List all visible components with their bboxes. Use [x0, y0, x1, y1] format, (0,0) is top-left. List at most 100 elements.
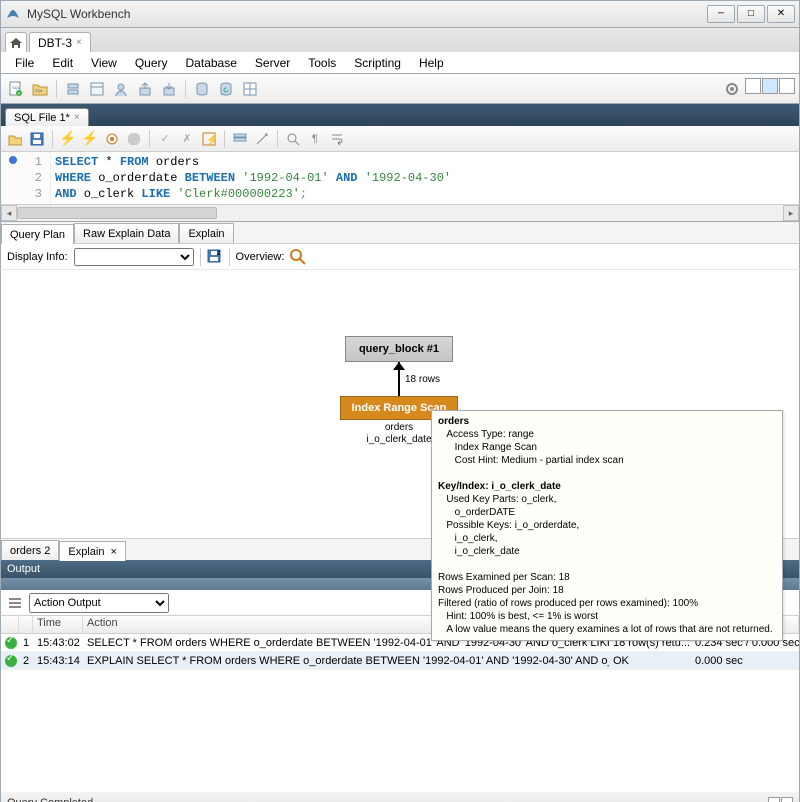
display-info-select[interactable] — [74, 248, 194, 266]
pane-right-toggle[interactable] — [779, 78, 795, 94]
pane-bottom-toggle[interactable] — [762, 78, 778, 94]
export-icon — [138, 82, 152, 96]
menu-server[interactable]: Server — [247, 54, 298, 72]
limit-rows-button[interactable] — [230, 129, 250, 149]
stop-icon — [128, 133, 140, 145]
explain-button[interactable] — [102, 129, 122, 149]
tb-button-1[interactable] — [62, 78, 84, 100]
scroll-left-button[interactable]: ◂ — [1, 205, 17, 221]
tb-button-7[interactable] — [215, 78, 237, 100]
pane-toggle[interactable] — [768, 797, 780, 802]
file-sql-icon: SQL+ — [8, 81, 24, 97]
editor-hscrollbar[interactable]: ◂ ▸ — [0, 204, 800, 222]
maximize-button[interactable]: □ — [737, 5, 765, 23]
tb-button-4[interactable] — [134, 78, 156, 100]
schema-icon — [90, 82, 104, 96]
tb-button-8[interactable] — [239, 78, 261, 100]
menu-tools[interactable]: Tools — [300, 54, 344, 72]
save-button[interactable] — [27, 129, 47, 149]
tab-explain[interactable]: Explain — [179, 223, 233, 243]
output-row[interactable]: 2 15:43:14 EXPLAIN SELECT * FROM orders … — [1, 652, 799, 670]
stop-button[interactable] — [124, 129, 144, 149]
separator — [149, 130, 150, 148]
arrow-line — [398, 362, 400, 396]
output-view-button[interactable] — [5, 593, 25, 613]
rows-icon — [233, 132, 247, 146]
menu-file[interactable]: File — [7, 54, 42, 72]
scroll-thumb[interactable] — [17, 207, 217, 219]
beautify-button[interactable] — [252, 129, 272, 149]
menu-database[interactable]: Database — [178, 54, 245, 72]
sql-editor[interactable]: 123 SELECT * FROM orders WHERE o_orderda… — [0, 152, 800, 204]
menu-scripting[interactable]: Scripting — [346, 54, 409, 72]
tab-query-plan[interactable]: Query Plan — [1, 224, 74, 244]
separator — [277, 130, 278, 148]
close-icon[interactable]: × — [74, 112, 80, 123]
close-icon[interactable]: × — [76, 37, 82, 48]
query-plan-canvas[interactable]: query_block #1 18 rows Index Range Scan … — [0, 270, 800, 538]
connection-tab-strip: DBT-3 × — [0, 28, 800, 52]
sql-tab-strip: SQL File 1* × — [0, 104, 800, 126]
pane-toggle[interactable] — [781, 797, 793, 802]
separator — [52, 130, 53, 148]
zoom-button[interactable] — [290, 249, 306, 265]
open-file-button[interactable] — [5, 129, 25, 149]
col-time[interactable]: Time — [33, 616, 83, 633]
grid-icon — [243, 82, 257, 96]
status-bar: Query Completed — [0, 792, 800, 802]
folder-sql-icon: SQL — [32, 81, 48, 97]
execute-current-button[interactable]: ⚡ — [80, 129, 100, 149]
home-tab[interactable] — [5, 32, 27, 52]
tab-explain-result[interactable]: Explain × — [59, 541, 126, 561]
separator — [185, 80, 186, 98]
svg-text:SQL: SQL — [35, 88, 44, 93]
tab-raw-explain[interactable]: Raw Explain Data — [74, 223, 179, 243]
wand-icon — [255, 132, 269, 146]
wrap-icon — [330, 132, 344, 146]
find-button[interactable] — [283, 129, 303, 149]
window-title: MySQL Workbench — [27, 7, 707, 21]
output-rows: 1 15:43:02 SELECT * FROM orders WHERE o_… — [0, 634, 800, 792]
output-type-select[interactable]: Action Output — [29, 593, 169, 613]
window-titlebar: MySQL Workbench ─ □ ✕ — [0, 0, 800, 28]
menu-view[interactable]: View — [83, 54, 125, 72]
home-icon — [10, 38, 22, 48]
open-sql-button[interactable]: SQL — [29, 78, 51, 100]
pane-left-toggle[interactable] — [745, 78, 761, 94]
tb-button-5[interactable] — [158, 78, 180, 100]
query-block-node[interactable]: query_block #1 — [345, 336, 453, 362]
menu-help[interactable]: Help — [411, 54, 452, 72]
save-plan-button[interactable]: 2 — [207, 249, 223, 265]
magnifier-icon — [290, 249, 306, 265]
menu-query[interactable]: Query — [127, 54, 176, 72]
tb-button-3[interactable] — [110, 78, 132, 100]
explain-tab-strip: Query Plan Raw Explain Data Explain — [0, 222, 800, 244]
tab-orders-2[interactable]: orders 2 — [1, 540, 59, 560]
minimize-button[interactable]: ─ — [707, 5, 735, 23]
code-area[interactable]: SELECT * FROM orders WHERE o_orderdate B… — [51, 152, 455, 204]
wrap-button[interactable] — [327, 129, 347, 149]
tb-button-2[interactable] — [86, 78, 108, 100]
users-icon — [114, 82, 128, 96]
status-pane-toggle — [768, 797, 793, 802]
connection-tab[interactable]: DBT-3 × — [29, 32, 91, 52]
scroll-right-button[interactable]: ▸ — [783, 205, 799, 221]
tb-button-6[interactable] — [191, 78, 213, 100]
settings-button[interactable] — [721, 78, 743, 100]
svg-text:⚡: ⚡ — [206, 133, 216, 146]
close-icon[interactable]: × — [110, 546, 116, 558]
new-sql-tab-button[interactable]: SQL+ — [5, 78, 27, 100]
toggle-whitespace-button[interactable]: ¶ — [305, 129, 325, 149]
autocommit-button[interactable]: ⚡ — [199, 129, 219, 149]
sql-file-tab[interactable]: SQL File 1* × — [5, 108, 89, 126]
editor-toolbar: ⚡ ⚡ ✓ ✗ ⚡ ¶ — [0, 126, 800, 152]
output-title: Output — [7, 563, 40, 575]
status-text: Query Completed — [7, 797, 93, 802]
connection-tab-label: DBT-3 — [38, 36, 72, 50]
commit-button[interactable]: ✓ — [155, 129, 175, 149]
menu-edit[interactable]: Edit — [44, 54, 81, 72]
execute-button[interactable]: ⚡ — [58, 129, 78, 149]
rollback-button[interactable]: ✗ — [177, 129, 197, 149]
close-button[interactable]: ✕ — [767, 5, 795, 23]
separator — [200, 248, 201, 266]
